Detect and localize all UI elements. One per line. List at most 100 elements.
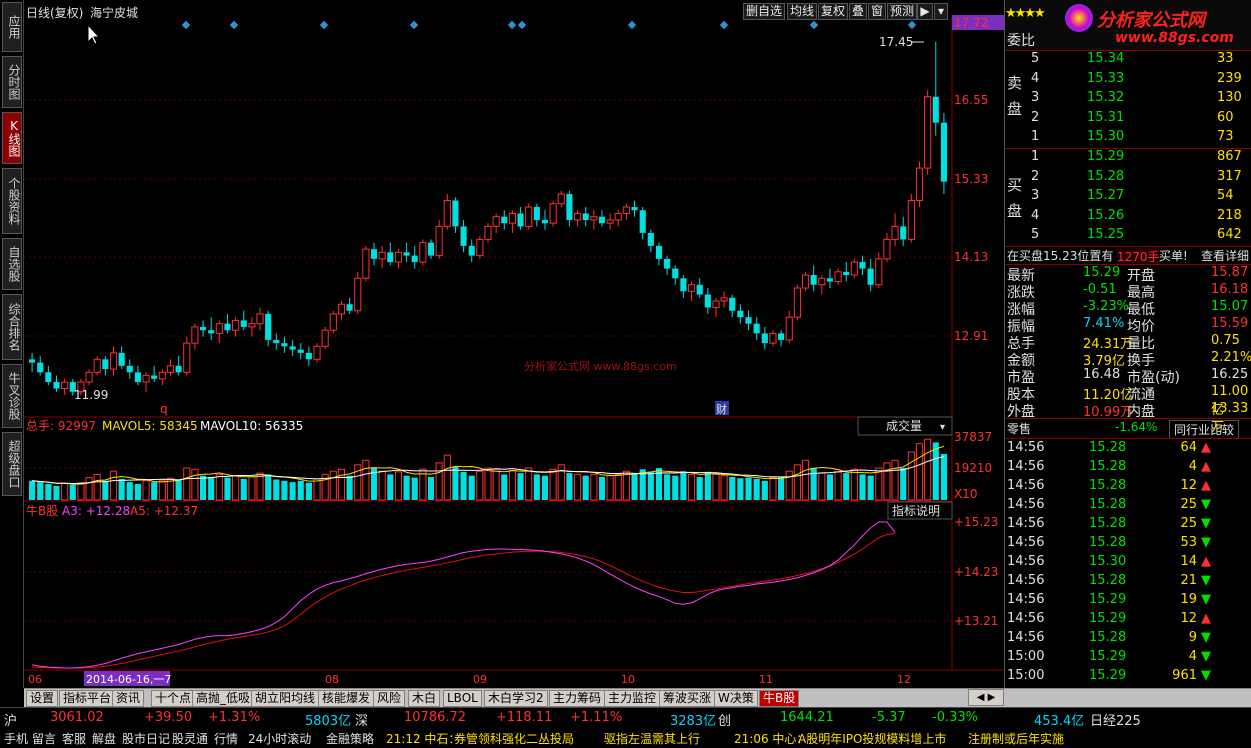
index-bar[interactable]: 沪 3061.02 +39.50 +1.31% 5803亿 深 10786.72…	[0, 707, 1251, 729]
candle-body	[940, 122, 947, 182]
volume-bar	[687, 473, 696, 501]
candle-body	[761, 333, 768, 344]
news-item[interactable]: 金融策略	[326, 730, 374, 747]
volume-bar	[109, 470, 118, 501]
tab-apps[interactable]: 应用	[2, 2, 22, 52]
indicator-tab[interactable]: 胡立阳均线	[251, 690, 320, 707]
volume-bar	[69, 484, 76, 500]
indicator-tab[interactable]: 牛B股	[759, 690, 800, 707]
volume-bar	[843, 473, 850, 500]
volume-bar	[745, 477, 752, 500]
candle-body	[590, 216, 598, 221]
volume-bar	[761, 480, 768, 500]
volume-bar	[191, 468, 199, 501]
indicator-tab[interactable]: 木白学习2	[484, 690, 548, 707]
news-item[interactable]: 驱指左温需其上行	[604, 730, 700, 747]
indicator-tab[interactable]: 筹波买涨	[659, 690, 716, 707]
peer-compare-button[interactable]: 同行业比较	[1169, 420, 1240, 439]
candle-body	[29, 359, 36, 363]
tab-diagnosis[interactable]: 牛叉诊股	[2, 364, 22, 428]
candle-body	[769, 332, 777, 344]
volume-bar	[915, 443, 924, 501]
arrow-down-icon: ▼	[1201, 535, 1211, 550]
candle-body	[573, 212, 582, 221]
signal-diamond-icon	[229, 20, 239, 30]
news-item[interactable]: 注册制或后年实施	[968, 730, 1064, 747]
indicator-tab[interactable]: 高抛_低吸	[192, 690, 255, 707]
volume-bar	[297, 480, 304, 500]
finance-marker[interactable]: 财	[716, 402, 727, 416]
news-ticker[interactable]: 手机 留言 客服 解盘 股市日记 股灵通 行情 24小时滚动 金融策略 21:12 中石： 券管领科…	[0, 727, 1251, 748]
news-item[interactable]: 24小时滚动	[248, 730, 311, 747]
volume-axis-unit: X10	[954, 487, 978, 501]
indicator-tab[interactable]: 指标平台	[59, 690, 116, 707]
volume-bar	[281, 480, 288, 500]
indicator-tab[interactable]: 十个点	[151, 690, 196, 707]
indicator-tab[interactable]: 木白	[408, 690, 441, 707]
price-tick: 14.13	[954, 250, 988, 264]
news-item[interactable]: 解盘	[92, 730, 116, 747]
indicator-a5-line	[32, 532, 896, 669]
tab-stock-info[interactable]: 个股资料	[2, 168, 22, 234]
volume-bar	[337, 468, 346, 501]
indicator-name: 牛B股	[26, 503, 58, 518]
candle-body	[843, 271, 850, 276]
left-tab-strip: 应用 分时图 K线图 个股资料 自选股 综合排名 牛叉诊股 超级盘口	[0, 0, 24, 688]
indicator-tab[interactable]: LBOL	[443, 690, 482, 707]
candle-body	[785, 316, 793, 341]
large-order-notice[interactable]: 在买盘15.23位置有 1270手 买单! 查看详细	[1005, 247, 1251, 265]
rating-stars-icon: ★★★★	[1005, 6, 1046, 21]
candle-body	[729, 297, 736, 311]
candle-body	[622, 206, 630, 214]
news-item[interactable]: 手机	[4, 730, 28, 747]
volume-bar	[533, 474, 540, 500]
indicator-tab[interactable]: 核能爆发	[318, 690, 375, 707]
tab-scroll-arrows-icon[interactable]: ◀ ▶	[968, 689, 1004, 706]
sector-row: 零售 -1.64% 同行业比较	[1005, 420, 1251, 439]
ask-row: 2 15.31 60	[1031, 109, 1234, 125]
news-item[interactable]: 留言	[32, 730, 56, 747]
volume-bar	[778, 476, 785, 500]
news-item[interactable]: A股明年IPO投规模料增上市	[798, 730, 946, 747]
news-item[interactable]: 股灵通	[172, 730, 208, 747]
news-item[interactable]: 21:12 中石：	[386, 730, 460, 747]
indicator-tab[interactable]: 主力筹码	[549, 690, 606, 707]
volume-bar	[468, 475, 475, 500]
candle-body	[639, 210, 646, 233]
volume-bar	[102, 480, 109, 500]
news-item[interactable]: 客服	[62, 730, 86, 747]
volume-bar	[622, 470, 630, 501]
logo-banner: ★★★★ 分析家公式网 www.88gs.com 委比	[1005, 0, 1251, 50]
news-item[interactable]: 券管领科强化二丛投局	[454, 730, 574, 747]
tab-ranking[interactable]: 综合排名	[2, 294, 22, 360]
volume-bar	[151, 482, 158, 500]
candle-body	[208, 330, 215, 334]
indicator-tab[interactable]: 资讯	[112, 690, 145, 707]
candle-body	[859, 262, 866, 269]
candle-body	[883, 238, 891, 260]
candle-body	[810, 275, 817, 285]
candle-body	[541, 219, 549, 224]
tab-watchlist[interactable]: 自选股	[2, 238, 22, 290]
volume-bar	[720, 475, 728, 501]
candle-body	[151, 375, 158, 379]
tab-kline[interactable]: K线图	[2, 112, 22, 164]
news-item[interactable]: 行情	[214, 730, 238, 747]
indicator-tab[interactable]: 主力监控	[604, 690, 661, 707]
tab-intraday[interactable]: 分时图	[2, 56, 22, 108]
volume-bar	[769, 477, 777, 501]
tab-super-panel[interactable]: 超级盘口	[2, 432, 22, 496]
stat-row: 涨跌 -0.51 最高 16.18	[1007, 282, 1249, 301]
indicator-a3-line	[31, 521, 896, 669]
candle-body	[411, 255, 418, 263]
candle-body	[394, 251, 403, 263]
candle-body	[93, 358, 101, 373]
tick-row: 14:56 15.28 53 ▼	[1007, 535, 1211, 550]
indicator-tab[interactable]: 风险	[373, 690, 406, 707]
indicator-tab[interactable]: 设置	[26, 690, 59, 707]
news-item[interactable]: 股市日记	[122, 730, 170, 747]
kline-chart[interactable]: 16.55 15.33 14.13 12.91 17.72 17.45 11.9…	[24, 0, 1004, 688]
indicator-tab[interactable]: W决策	[714, 690, 758, 707]
volume-bar	[411, 477, 418, 500]
cursor-date-label: 2014-06-16,一7	[86, 673, 171, 686]
